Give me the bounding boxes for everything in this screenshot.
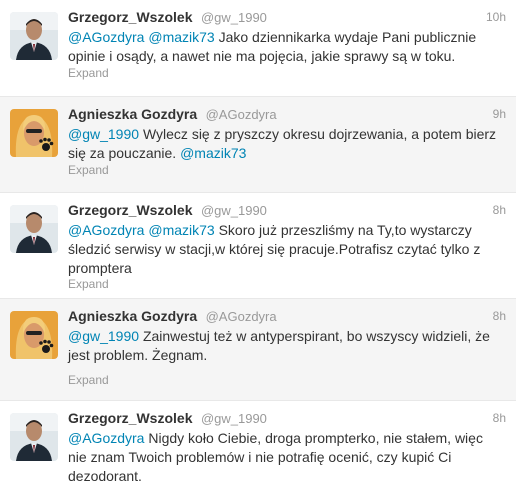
tweet-fullname[interactable]: Grzegorz_Wszolek [68, 410, 192, 426]
expand-link[interactable]: Expand [68, 277, 109, 291]
tweet-text: @gw_1990 Zainwestuj też w antyperspirant… [68, 327, 504, 365]
mention-link[interactable]: @mazik73 [180, 145, 246, 161]
tweet-fullname[interactable]: Agnieszka Gozdyra [68, 308, 197, 324]
tweet[interactable]: Grzegorz_Wszolek @gw_1990 10h @AGozdyra … [0, 0, 516, 97]
mention-link[interactable]: @AGozdyra [68, 222, 144, 238]
tweet-username[interactable]: @gw_1990 [201, 203, 267, 218]
tweet[interactable]: Agnieszka Gozdyra @AGozdyra 8h @gw_1990 … [0, 299, 516, 401]
tweet-fullname[interactable]: Grzegorz_Wszolek [68, 202, 192, 218]
woman-paw-avatar-icon [10, 311, 58, 359]
tweet-text: @gw_1990 Wylecz się z pryszczy okresu do… [68, 125, 504, 163]
avatar[interactable] [10, 311, 58, 359]
tweet-timestamp[interactable]: 8h [493, 411, 506, 425]
man-portrait-avatar-icon [10, 205, 58, 253]
avatar[interactable] [10, 109, 58, 157]
tweet[interactable]: Grzegorz_Wszolek @gw_1990 8h @AGozdyra @… [0, 193, 516, 299]
tweet-timestamp[interactable]: 8h [493, 309, 506, 323]
tweet-username[interactable]: @AGozdyra [206, 309, 277, 324]
tweet-fullname[interactable]: Grzegorz_Wszolek [68, 9, 192, 25]
tweet-timestamp[interactable]: 10h [486, 10, 506, 24]
tweet-text: @AGozdyra Nigdy koło Ciebie, droga promp… [68, 429, 504, 486]
tweet-timestamp[interactable]: 9h [493, 107, 506, 121]
mention-link[interactable]: @AGozdyra [68, 430, 144, 446]
avatar[interactable] [10, 205, 58, 253]
man-portrait-avatar-icon [10, 413, 58, 461]
tweet-header: Grzegorz_Wszolek @gw_1990 8h [68, 410, 506, 428]
expand-link[interactable]: Expand [68, 373, 109, 387]
mention-link[interactable]: @mazik73 [148, 29, 214, 45]
mention-link[interactable]: @AGozdyra [68, 29, 144, 45]
tweet-header: Grzegorz_Wszolek @gw_1990 10h [68, 9, 506, 27]
mention-link[interactable]: @mazik73 [148, 222, 214, 238]
woman-paw-avatar-icon [10, 109, 58, 157]
tweet-text: @AGozdyra @mazik73 Skoro już przeszliśmy… [68, 221, 504, 278]
tweet[interactable]: Grzegorz_Wszolek @gw_1990 8h @AGozdyra N… [0, 401, 516, 484]
avatar[interactable] [10, 413, 58, 461]
tweet-username[interactable]: @AGozdyra [206, 107, 277, 122]
tweet-header: Grzegorz_Wszolek @gw_1990 8h [68, 202, 506, 220]
tweet-username[interactable]: @gw_1990 [201, 411, 267, 426]
tweet-timeline: Grzegorz_Wszolek @gw_1990 10h @AGozdyra … [0, 0, 516, 484]
expand-link[interactable]: Expand [68, 163, 109, 177]
tweet-fullname[interactable]: Agnieszka Gozdyra [68, 106, 197, 122]
mention-link[interactable]: @gw_1990 [68, 328, 139, 344]
tweet-text: @AGozdyra @mazik73 Jako dziennikarka wyd… [68, 28, 504, 66]
man-portrait-avatar-icon [10, 12, 58, 60]
tweet-username[interactable]: @gw_1990 [201, 10, 267, 25]
avatar[interactable] [10, 12, 58, 60]
tweet-timestamp[interactable]: 8h [493, 203, 506, 217]
tweet-header: Agnieszka Gozdyra @AGozdyra 8h [68, 308, 506, 326]
tweet[interactable]: Agnieszka Gozdyra @AGozdyra 9h @gw_1990 … [0, 97, 516, 193]
expand-link[interactable]: Expand [68, 66, 109, 80]
tweet-header: Agnieszka Gozdyra @AGozdyra 9h [68, 106, 506, 124]
mention-link[interactable]: @gw_1990 [68, 126, 139, 142]
